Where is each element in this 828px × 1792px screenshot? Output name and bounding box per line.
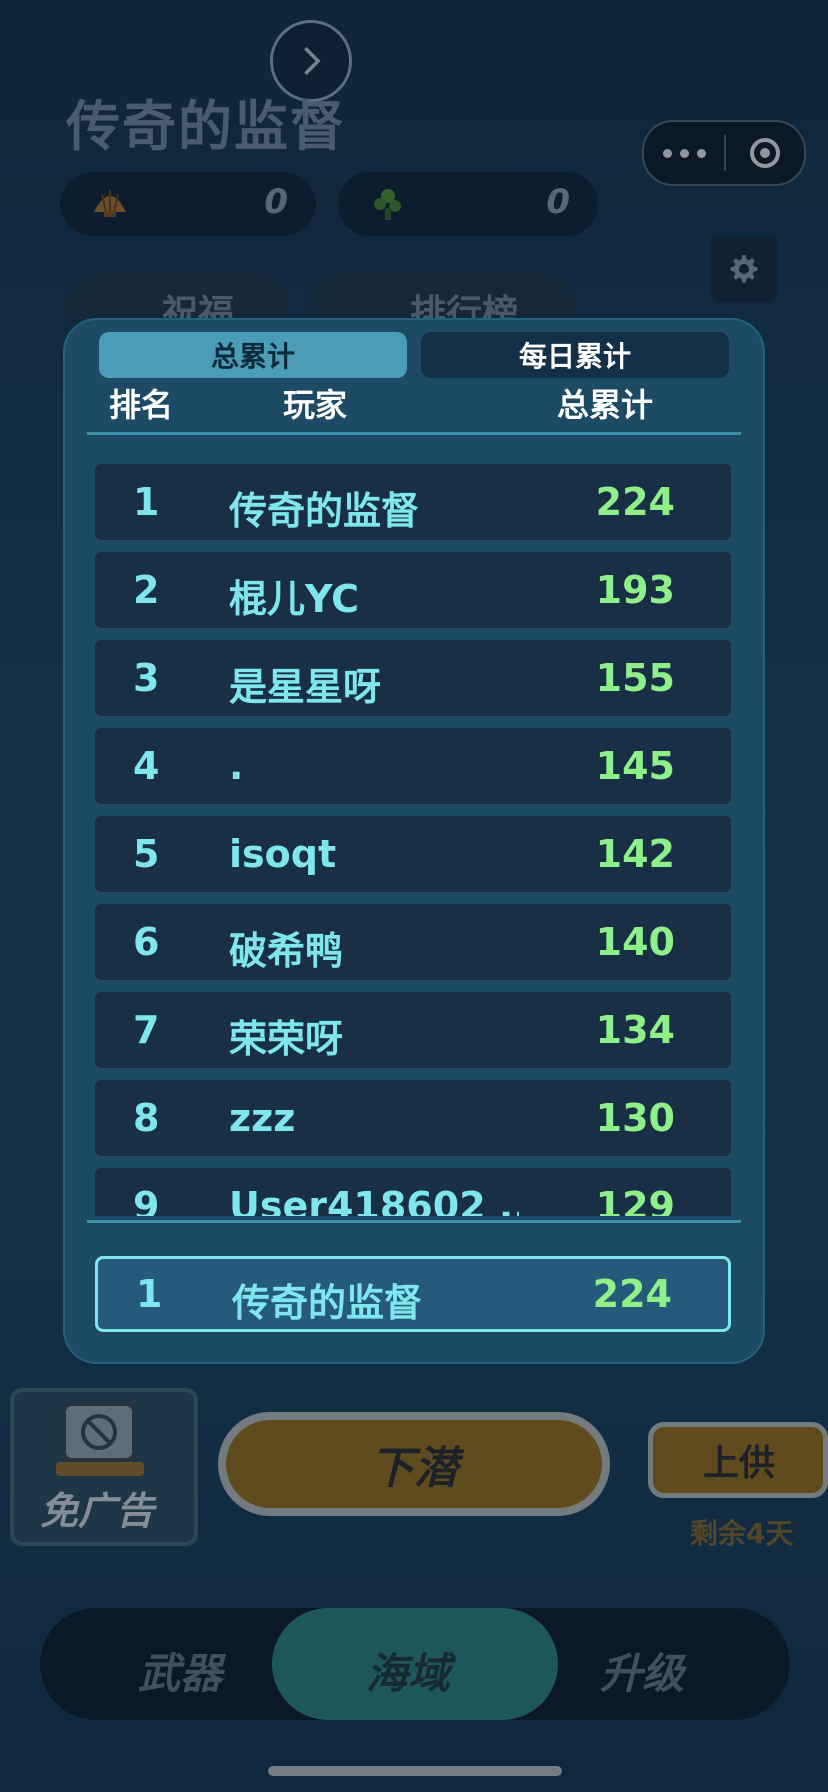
tv-icon [56,1402,144,1476]
row-score: 129 [595,1184,675,1216]
coral-icon [374,189,401,220]
self-score: 224 [592,1272,672,1316]
row-player: 传奇的监督 [229,489,420,533]
row-score: 140 [595,920,675,964]
nav-sea-area[interactable]: 海域 [272,1608,558,1720]
bottom-nav: 武器 海域 升级 [40,1608,790,1720]
ad-free-label: 免广告 [40,1489,155,1533]
leaderboard-list[interactable]: 1 传奇的监督 224 2 棍儿YC 193 3 是星星呀 155 4 . 14… [63,444,765,1216]
row-rank: 6 [133,920,160,964]
table-row: 1 传奇的监督 224 [95,464,731,540]
gear-icon [730,255,758,283]
table-row: 5 isoqt 142 [95,816,731,892]
settings-button[interactable] [710,236,778,302]
dive-label: 下潜 [370,1443,458,1494]
self-rank-row: 1 传奇的监督 224 [95,1256,731,1332]
row-player: 荣荣呀 [229,1017,344,1061]
row-rank: 1 [133,480,160,524]
row-score: 224 [595,480,675,524]
tab-total[interactable]: 总累计 [99,332,407,378]
nav-sea-area-label: 海域 [366,1649,451,1698]
close-target-icon[interactable] [726,138,804,168]
row-rank: 4 [133,744,160,788]
column-header-rank: 排名 [109,386,174,424]
miniprogram-capsule [642,120,806,186]
offer-button[interactable]: 上供 [648,1422,828,1498]
coral-count: 0 [546,182,570,222]
table-row: 8 zzz 130 [95,1080,731,1156]
table-row: 7 荣荣呀 134 [95,992,731,1068]
home-indicator [268,1766,562,1776]
row-rank: 5 [133,832,160,876]
remaining-days: 剩余4天 [690,1517,794,1550]
nav-upgrade[interactable]: 升级 [600,1640,684,1701]
tab-daily[interactable]: 每日累计 [421,332,729,378]
table-row: 9 User418602 ... 129 [95,1168,731,1216]
row-rank: 9 [133,1184,160,1216]
header-divider [87,432,741,435]
row-player: 破希鸭 [229,929,344,973]
table-row: 4 . 145 [95,728,731,804]
row-score: 142 [595,832,675,876]
row-score: 130 [595,1096,675,1140]
row-player: User418602 ... [229,1184,519,1216]
column-header-player: 玩家 [283,386,348,424]
table-row: 3 是星星呀 155 [95,640,731,716]
shell-icon [94,190,126,217]
row-player: . [229,744,244,788]
chevron-right-icon [304,46,321,76]
row-score: 155 [595,656,675,700]
dive-button[interactable]: 下潜 [218,1412,610,1516]
column-header-score: 总累计 [557,386,654,424]
footer-divider [87,1220,741,1223]
self-player: 传奇的监督 [232,1281,423,1325]
more-icon[interactable] [644,148,724,158]
shell-count: 0 [264,182,288,222]
row-rank: 3 [133,656,160,700]
leaderboard-modal: 总累计 每日累计 排名 玩家 总累计 1 传奇的监督 224 2 棍儿YC 19… [63,318,765,1364]
nav-weapons[interactable]: 武器 [138,1640,222,1701]
table-row: 6 破希鸭 140 [95,904,731,980]
row-rank: 8 [133,1096,160,1140]
row-player: 是星星呀 [229,665,382,709]
row-rank: 7 [133,1008,160,1052]
row-score: 193 [595,568,675,612]
table-row: 2 棍儿YC 193 [95,552,731,628]
row-player: 棍儿YC [229,577,360,621]
row-rank: 2 [133,568,160,612]
offer-label: 上供 [703,1443,776,1484]
self-rank: 1 [136,1272,163,1316]
row-score: 134 [595,1008,675,1052]
player-title: 传奇的监督 [66,95,346,158]
row-player: zzz [229,1096,296,1140]
coral-counter: 0 [338,172,598,236]
row-player: isoqt [229,832,337,876]
shell-counter: 0 [60,172,316,236]
row-score: 145 [595,744,675,788]
